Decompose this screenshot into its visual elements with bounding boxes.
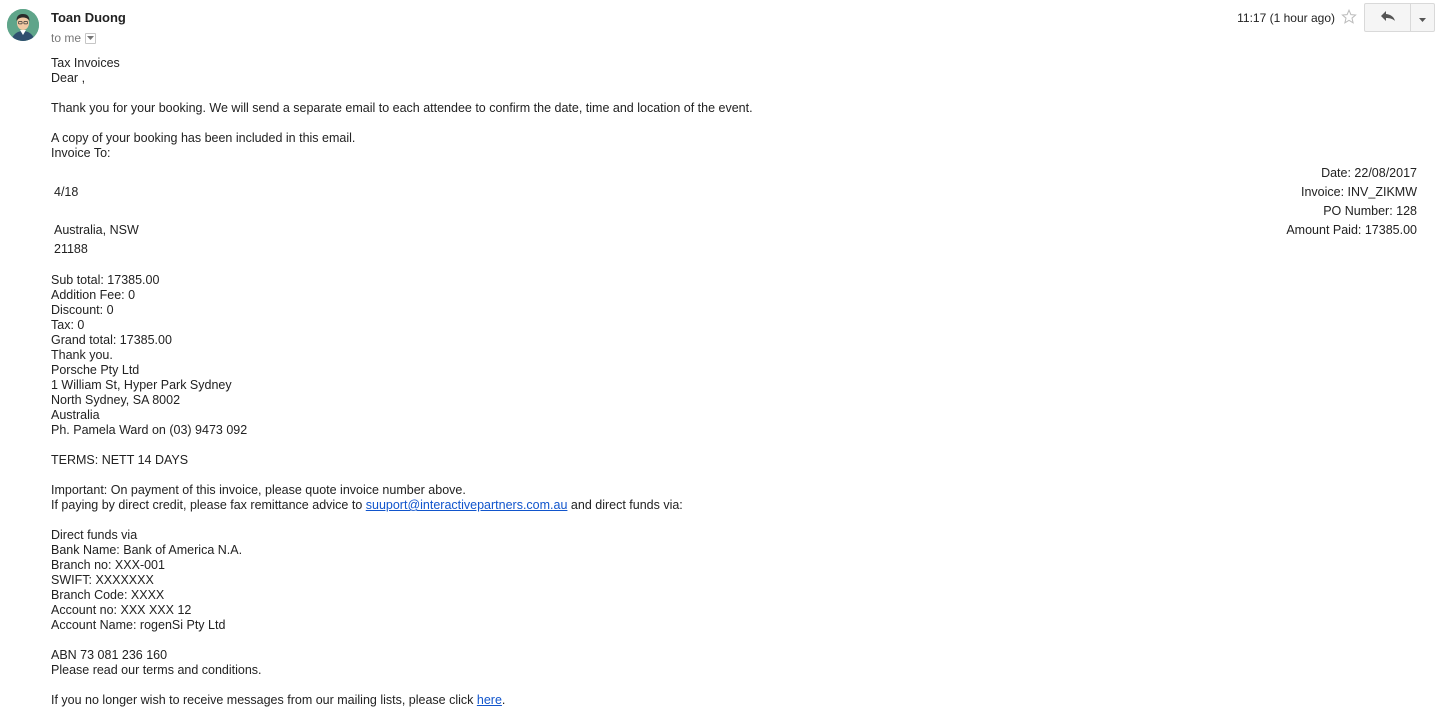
company-country: Australia (51, 408, 100, 422)
tax: Tax: 0 (51, 318, 85, 332)
account-name: Account Name: rogenSi Pty Ltd (51, 618, 226, 632)
invoice-title: Tax Invoices (51, 56, 120, 70)
addition-fee: Addition Fee: 0 (51, 288, 136, 302)
address-line: 4/18 (54, 185, 79, 199)
reply-button-group (1364, 3, 1435, 32)
recipient-label: to me (51, 31, 82, 45)
reply-button[interactable] (1365, 4, 1411, 31)
direct-credit-line: If paying by direct credit, please fax r… (51, 498, 683, 513)
company-name: Porsche Pty Ltd (51, 363, 140, 377)
closing-thanks: Thank you. (51, 348, 113, 362)
copy-line: A copy of your booking has been included… (51, 131, 356, 145)
abn: ABN 73 081 236 160 (51, 648, 168, 662)
show-details-icon[interactable] (85, 32, 97, 44)
more-options-button[interactable] (1411, 4, 1434, 31)
swift-code: SWIFT: XXXXXXX (51, 573, 154, 587)
invoice-address: 4/18 Australia, NSW 21188 (54, 183, 139, 259)
unsubscribe-prefix: If you no longer wish to receive message… (51, 693, 477, 707)
address-line: Australia, NSW (54, 223, 139, 237)
company-city: North Sydney, SA 8002 (51, 393, 181, 407)
address-line: 21188 (54, 242, 88, 256)
po-number: PO Number: 128 (1323, 204, 1417, 218)
unsubscribe-line: If you no longer wish to receive message… (51, 693, 683, 708)
discount: Discount: 0 (51, 303, 114, 317)
bank-name: Bank Name: Bank of America N.A. (51, 543, 243, 557)
direct-credit-suffix: and direct funds via: (567, 498, 683, 512)
invoice-meta: Date: 22/08/2017 Invoice: INV_ZIKMW PO N… (1286, 164, 1417, 240)
terms-and-conditions: Please read our terms and conditions. (51, 663, 262, 677)
reply-icon (1380, 10, 1396, 25)
branch-code: Branch Code: XXXX (51, 588, 165, 602)
sender-name[interactable]: Toan Duong (51, 10, 126, 25)
grand-total: Grand total: 17385.00 (51, 333, 172, 347)
amount-paid: Amount Paid: 17385.00 (1286, 223, 1417, 237)
company-phone: Ph. Pamela Ward on (03) 9473 092 (51, 423, 248, 437)
invoice-number: Invoice: INV_ZIKMW (1301, 185, 1417, 199)
account-number: Account no: XXX XXX 12 (51, 603, 192, 617)
invoice-to-label: Invoice To: (51, 146, 111, 160)
sub-total: Sub total: 17385.00 (51, 273, 160, 287)
star-icon[interactable] (1341, 8, 1357, 25)
message-body-upper: Tax Invoices Dear , Thank you for your b… (51, 56, 753, 161)
avatar-icon[interactable] (7, 9, 39, 41)
message-time: 11:17 (1 hour ago) (1237, 11, 1335, 25)
payment-terms: TERMS: NETT 14 DAYS (51, 453, 189, 467)
greeting: Dear , (51, 71, 86, 85)
invoice-date: Date: 22/08/2017 (1321, 166, 1417, 180)
bank-heading: Direct funds via (51, 528, 138, 542)
direct-credit-prefix: If paying by direct credit, please fax r… (51, 498, 366, 512)
branch-number: Branch no: XXX-001 (51, 558, 165, 572)
thanks-line: Thank you for your booking. We will send… (51, 101, 753, 115)
recipient-details[interactable]: to me (51, 31, 97, 45)
unsubscribe-link[interactable]: here (477, 693, 502, 707)
important-note: Important: On payment of this invoice, p… (51, 483, 466, 497)
unsubscribe-suffix: . (501, 693, 506, 707)
message-body-lower: Sub total: 17385.00 Addition Fee: 0 Disc… (51, 273, 683, 708)
chevron-down-icon (1419, 11, 1426, 25)
remittance-email-link[interactable]: suuport@interactivepartners.com.au (366, 498, 568, 512)
company-street: 1 William St, Hyper Park Sydney (51, 378, 232, 392)
